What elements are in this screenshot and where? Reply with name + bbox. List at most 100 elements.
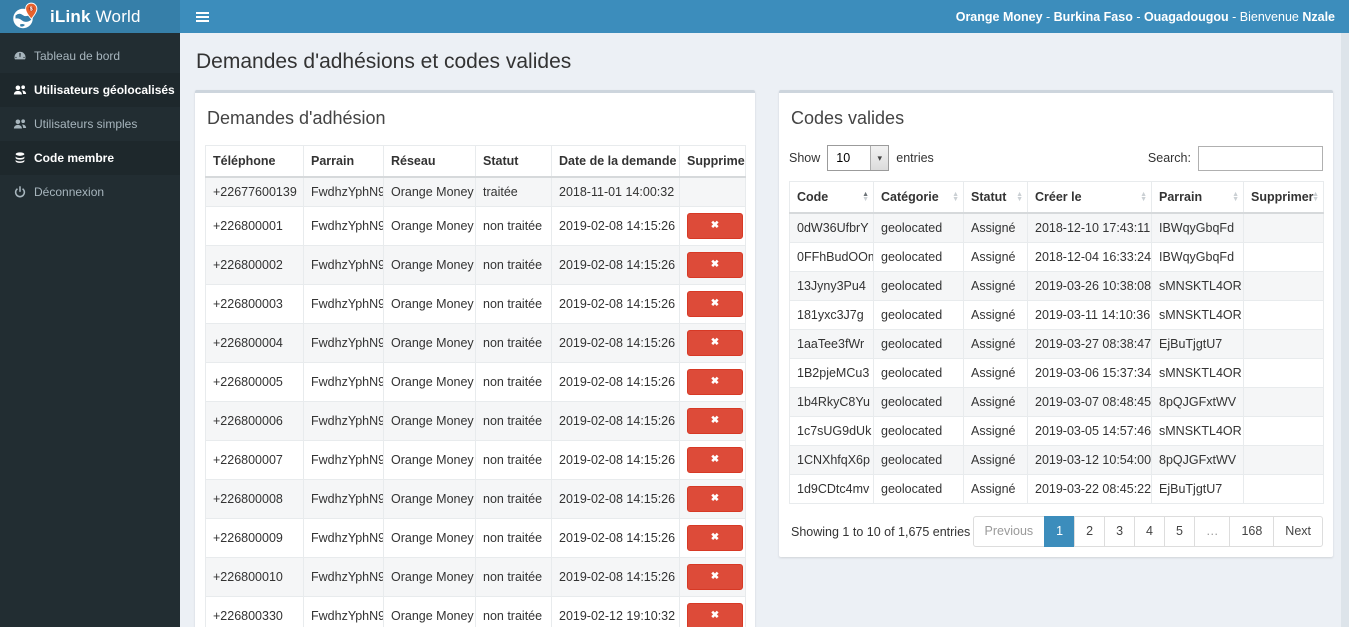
delete-button[interactable]: ✖: [687, 525, 743, 551]
cell-parrain: EjBuTjgtU7: [1151, 474, 1244, 504]
sidebar-item-utilisateurs-geolocalises[interactable]: Utilisateurs géolocalisés: [0, 73, 180, 107]
table-row: 0FFhBudOOm geolocated Assigné 2018-12-04 16…: [789, 242, 1324, 272]
column-header-categorie[interactable]: Catégorie ▲ ▼: [873, 181, 964, 214]
cell-statut: non traitée: [475, 284, 552, 324]
delete-button[interactable]: ✖: [687, 603, 743, 627]
delete-button[interactable]: ✖: [687, 330, 743, 356]
cell-categorie: geolocated: [873, 387, 964, 417]
column-header-code[interactable]: Code ▲ ▼: [789, 181, 874, 214]
dashboard-icon: [13, 49, 27, 63]
page-button-3[interactable]: 3: [1104, 516, 1136, 547]
sidebar-item-label: Code membre: [34, 151, 115, 165]
cell-parrain: sMNSKTL4OR: [1151, 358, 1244, 388]
table-row: 1aaTee3fWr geolocated Assigné 2019-03-27 08…: [789, 329, 1324, 359]
delete-button[interactable]: ✖: [687, 447, 743, 473]
cell-parrain: sMNSKTL4OR: [1151, 300, 1244, 330]
sidebar-toggle-button[interactable]: [194, 8, 211, 26]
cell-categorie: geolocated: [873, 474, 964, 504]
column-header-supprimer[interactable]: Supprimer ▲ ▼: [1243, 181, 1324, 214]
greeting-segment: -: [1132, 9, 1144, 24]
user-greeting: Orange Money - Burkina Faso - Ouagadougo…: [956, 10, 1335, 24]
panels-row: Demandes d'adhésion Téléphone Parrain Rése…: [195, 90, 1334, 627]
page-button-previous[interactable]: Previous: [972, 516, 1046, 547]
delete-button[interactable]: ✖: [687, 408, 743, 434]
power-icon: [13, 185, 27, 199]
page-button-ellipsis[interactable]: …: [1193, 516, 1231, 547]
column-header-parrain: Parrain: [303, 145, 384, 178]
cell-categorie: geolocated: [873, 358, 964, 388]
table-row: +226800009 FwdhzYphN9 Orange Money non trai…: [205, 518, 746, 558]
cell-code: 0FFhBudOOm: [789, 242, 874, 272]
cell-date: 2018-11-01 14:00:32: [551, 176, 680, 207]
delete-button[interactable]: ✖: [687, 291, 743, 317]
page-button-168[interactable]: 168: [1229, 516, 1275, 547]
delete-x-icon: ✖: [710, 220, 720, 231]
demandes-table-head: Téléphone Parrain Réseau Statut Date de la d…: [205, 145, 746, 178]
page-button-4[interactable]: 4: [1134, 516, 1165, 547]
cell-telephone: +226800002: [205, 245, 304, 285]
cell-statut: non traitée: [475, 479, 552, 519]
cell-reseau: Orange Money: [383, 479, 476, 519]
cell-supprimer: ✖: [679, 557, 746, 597]
delete-button[interactable]: ✖: [687, 213, 743, 239]
cell-supprimer: [1243, 242, 1324, 272]
page-length-select[interactable]: 10: [827, 145, 890, 171]
sidebar-item-utilisateurs-simples[interactable]: Utilisateurs simples: [0, 107, 180, 141]
cell-supprimer: [1243, 387, 1324, 417]
search-input[interactable]: [1198, 145, 1323, 171]
table-row: +226800006 FwdhzYphN9 Orange Money non trai…: [205, 401, 746, 441]
users-icon: [13, 117, 27, 131]
cell-creer-le: 2019-03-05 14:57:46: [1027, 416, 1152, 446]
search-control: Search:: [1148, 145, 1323, 171]
cell-statut: Assigné: [963, 300, 1028, 330]
cell-reseau: Orange Money: [383, 323, 476, 363]
database-icon: [13, 151, 27, 165]
table-row: +226800010 FwdhzYphN9 Orange Money non trai…: [205, 557, 746, 597]
main-content: Demandes d'adhésions et codes valides De…: [180, 33, 1349, 627]
cell-parrain: IBWqyGbqFd: [1151, 212, 1244, 243]
page-button-next[interactable]: Next: [1273, 516, 1323, 547]
column-header-parrain[interactable]: Parrain ▲ ▼: [1151, 181, 1244, 214]
cell-reseau: Orange Money: [383, 245, 476, 285]
cell-statut: Assigné: [963, 474, 1028, 504]
page-scrollbar[interactable]: [1341, 33, 1349, 627]
delete-button[interactable]: ✖: [687, 252, 743, 278]
column-header-supprimer: Supprimer: [679, 145, 746, 178]
cell-statut: Assigné: [963, 212, 1028, 243]
sidebar-item-deconnexion[interactable]: Déconnexion: [0, 175, 180, 209]
page-button-1[interactable]: 1: [1044, 516, 1076, 547]
cell-creer-le: 2018-12-04 16:33:24: [1027, 242, 1152, 272]
cell-parrain: 8pQJGFxtWV: [1151, 445, 1244, 475]
cell-statut: non traitée: [475, 362, 552, 402]
sidebar-item-tableau-de-bord[interactable]: Tableau de bord: [0, 39, 180, 73]
sort-icon: ▲ ▼: [862, 191, 869, 203]
cell-date: 2019-02-08 14:15:26: [551, 518, 680, 558]
column-header-date-de-la-demande: Date de la demande: [551, 145, 680, 178]
cell-statut: Assigné: [963, 358, 1028, 388]
sidebar-item-code-membre[interactable]: Code membre: [0, 141, 180, 175]
greeting-segment: Nzale: [1302, 9, 1335, 24]
cell-creer-le: 2019-03-26 10:38:08: [1027, 271, 1152, 301]
app-logo[interactable]: $ iLink World: [0, 0, 180, 33]
sidebar-item-label: Tableau de bord: [34, 49, 121, 63]
column-header-creer-le[interactable]: Créer le ▲ ▼: [1027, 181, 1152, 214]
cell-parrain: FwdhzYphN9: [303, 206, 384, 246]
cell-date: 2019-02-08 14:15:26: [551, 557, 680, 597]
sidebar-item-label: Utilisateurs géolocalisés: [34, 83, 175, 97]
delete-button[interactable]: ✖: [687, 369, 743, 395]
page-button-2[interactable]: 2: [1074, 516, 1106, 547]
column-header-statut[interactable]: Statut ▲ ▼: [963, 181, 1028, 214]
cell-statut: Assigné: [963, 387, 1028, 417]
cell-supprimer: [1243, 358, 1324, 388]
delete-button[interactable]: ✖: [687, 564, 743, 590]
delete-button[interactable]: ✖: [687, 486, 743, 512]
cell-reseau: Orange Money: [383, 401, 476, 441]
sidebar-item-label: Utilisateurs simples: [34, 117, 138, 131]
cell-supprimer: [1243, 416, 1324, 446]
cell-date: 2019-02-08 14:15:26: [551, 362, 680, 402]
greeting-segment: -: [1042, 9, 1054, 24]
sort-icon: ▲ ▼: [952, 191, 959, 203]
column-header-reseau: Réseau: [383, 145, 476, 178]
page-button-5[interactable]: 5: [1163, 516, 1195, 547]
table-row: 13Jyny3Pu4 geolocated Assigné 2019-03-26 10…: [789, 271, 1324, 301]
